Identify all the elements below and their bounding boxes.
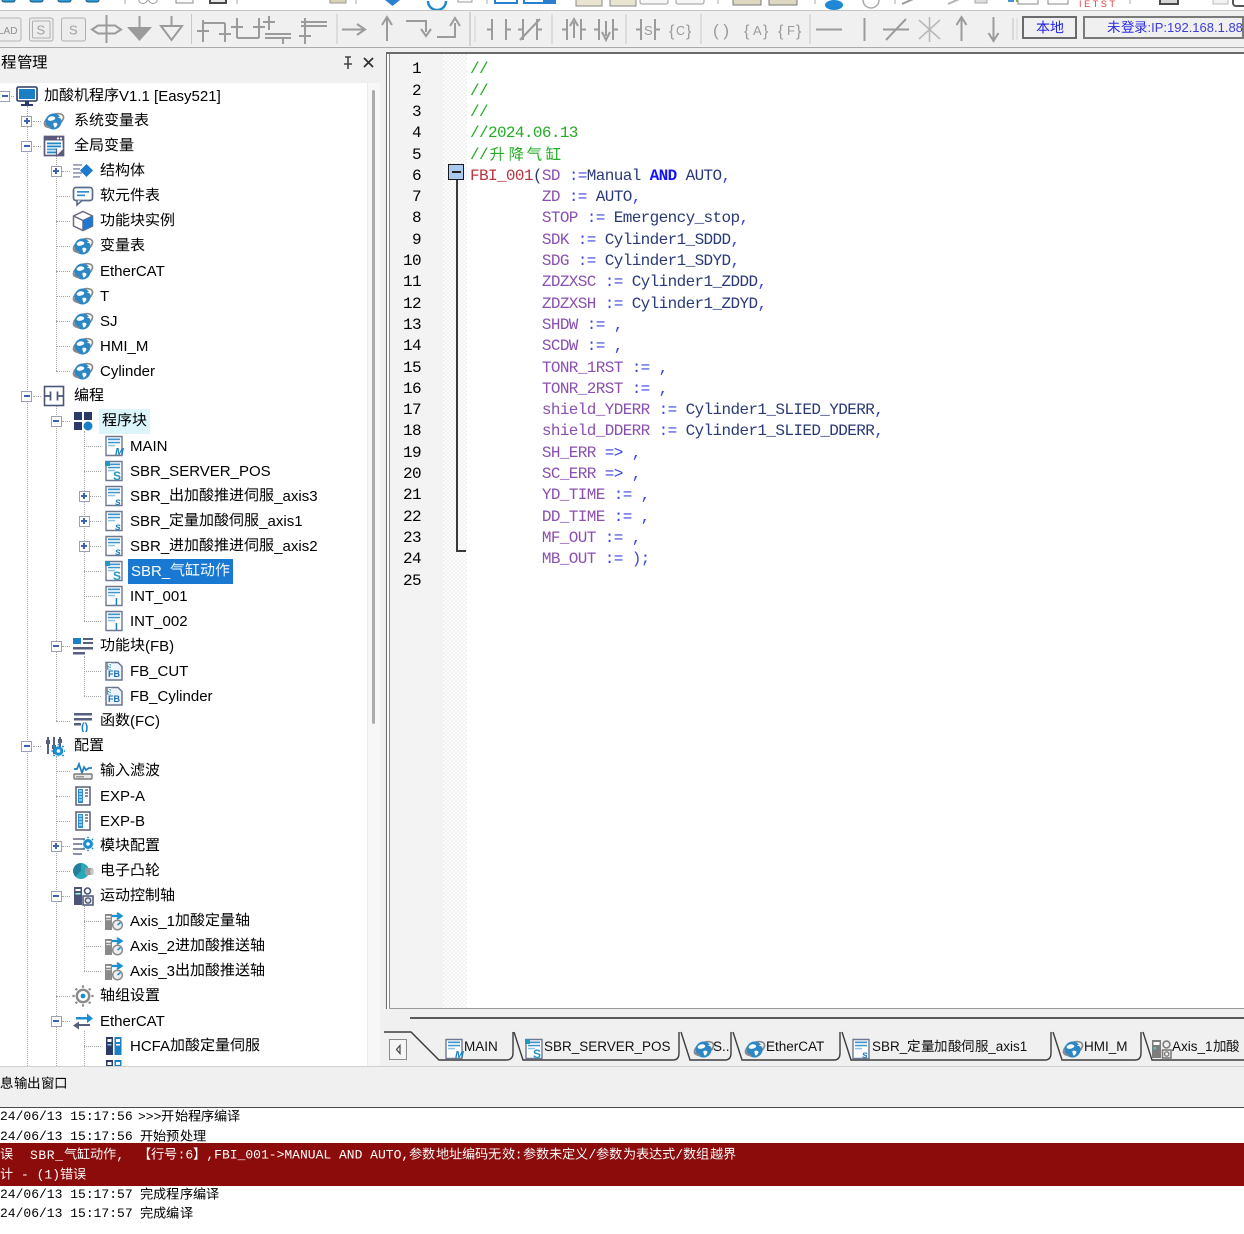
- svg-text:M: M: [455, 1049, 464, 1060]
- svg-text:C: C: [676, 24, 685, 38]
- svg-text:}: }: [796, 23, 802, 40]
- svg-text:}: }: [763, 23, 769, 40]
- svg-text:{: {: [744, 23, 750, 40]
- svg-text:(): (): [81, 722, 89, 733]
- svg-text:$: $: [108, 687, 113, 696]
- svg-text:s: s: [115, 546, 121, 557]
- svg-text:S: S: [37, 23, 46, 38]
- svg-text:( ): ( ): [713, 21, 729, 40]
- svg-text:A: A: [753, 23, 762, 38]
- svg-text:IETST: IETST: [1079, 0, 1116, 9]
- svg-text:{: {: [669, 23, 675, 40]
- svg-text:S: S: [113, 569, 121, 582]
- svg-text:{: {: [778, 23, 784, 40]
- svg-text:s: s: [115, 496, 121, 507]
- svg-text:S: S: [113, 469, 121, 482]
- svg-text:S: S: [69, 23, 78, 38]
- svg-text:s: s: [862, 1049, 868, 1060]
- svg-text:S: S: [644, 23, 653, 38]
- svg-text:F: F: [787, 23, 795, 38]
- svg-text:I: I: [115, 621, 118, 632]
- svg-text:$: $: [108, 662, 113, 671]
- svg-text:M: M: [115, 446, 124, 457]
- svg-text:S: S: [533, 1047, 541, 1060]
- svg-text:}: }: [686, 23, 692, 40]
- svg-text:I: I: [115, 596, 118, 607]
- svg-text:s: s: [115, 521, 121, 532]
- svg-text:LAD: LAD: [0, 26, 17, 37]
